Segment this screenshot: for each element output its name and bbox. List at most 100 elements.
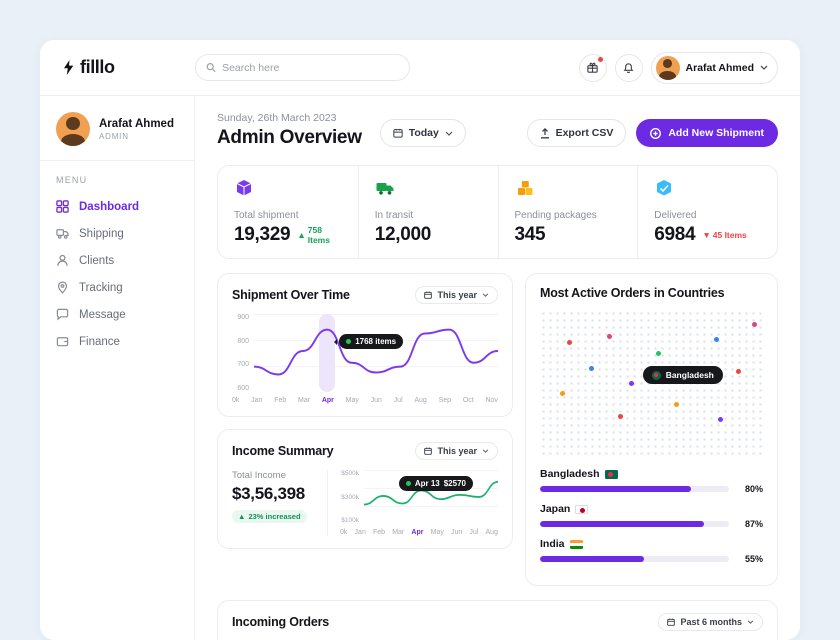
orders-filter-button[interactable]: Past 6 months [658, 613, 763, 631]
tick-label: Mar [392, 529, 404, 536]
profile-name: Arafat Ahmed [99, 118, 174, 130]
transit-truck-icon [375, 178, 395, 198]
tooltip-dot [346, 339, 351, 344]
bangladesh-flag-icon [605, 470, 618, 479]
bell-icon [622, 61, 635, 74]
shipment-box-icon [234, 178, 254, 198]
world-dot-map: Bangladesh [540, 310, 763, 458]
user-menu[interactable]: Arafat Ahmed [651, 52, 778, 84]
stat-value: 345 [515, 224, 546, 246]
export-csv-label: Export CSV [556, 127, 614, 139]
stat-in-transit: In transit 12,000 [358, 166, 498, 258]
today-filter-button[interactable]: Today [380, 119, 466, 147]
search-input[interactable] [222, 62, 399, 74]
income-tooltip-date: Apr 13 [415, 479, 440, 488]
country-percent: 55% [737, 554, 763, 564]
tick-label: Jan [251, 397, 262, 404]
sidebar-item-shipping[interactable]: Shipping [40, 220, 194, 247]
promo-button[interactable] [579, 54, 607, 82]
shipment-y-axis: 900800700600 [232, 314, 254, 392]
country-percent: 87% [737, 519, 763, 529]
income-filter-label: This year [437, 446, 477, 456]
calendar-icon [667, 618, 675, 626]
tick-label: 0k [232, 397, 239, 404]
calendar-icon [393, 128, 403, 138]
map-dot [560, 391, 565, 396]
dashboard-window: filllo Arafat Ahmed Arafat Ah [40, 40, 800, 640]
income-increase-badge: ▲ 23% increased [232, 510, 307, 523]
sidebar-profile: Arafat Ahmed ADMIN [40, 108, 194, 161]
gift-icon [586, 61, 599, 74]
pending-boxes-icon [515, 178, 535, 198]
logo-bolt-icon [62, 60, 75, 75]
shipment-chart-title: Shipment Over Time [232, 288, 350, 302]
shipment-line-chart: 1768 items [254, 314, 498, 392]
progress-fill [540, 556, 644, 562]
shipment-filter-button[interactable]: This year [415, 286, 498, 304]
notification-dot [598, 57, 603, 62]
sidebar-item-finance[interactable]: Finance [40, 328, 194, 355]
map-dot [589, 366, 594, 371]
tick-label: May [346, 397, 359, 404]
sidebar-item-label: Clients [79, 255, 114, 267]
total-income-label: Total Income [232, 470, 319, 481]
total-income-value: $3,56,398 [232, 484, 319, 504]
shipment-tooltip-text: 1768 items [355, 337, 396, 346]
japan-flag-icon [575, 505, 588, 514]
income-y-axis: $500k$300k$100k [340, 470, 364, 524]
delivered-box-icon [654, 178, 674, 198]
tick-label: May [431, 529, 444, 536]
map-dot [629, 381, 634, 386]
stat-label: Total shipment [234, 210, 342, 221]
incoming-orders-title: Incoming Orders [232, 615, 329, 629]
tick-label: Feb [373, 529, 385, 536]
map-tooltip: Bangladesh [643, 366, 723, 384]
search-bar[interactable] [195, 54, 410, 81]
current-date: Sunday, 26th March 2023 [217, 112, 362, 124]
location-pin-icon [56, 281, 69, 294]
income-filter-button[interactable]: This year [415, 442, 498, 460]
tick-label: Aug [414, 397, 426, 404]
sidebar-item-dashboard[interactable]: Dashboard [40, 193, 194, 220]
india-flag-icon [570, 540, 583, 549]
wallet-icon [56, 335, 69, 348]
progress-track [540, 556, 729, 562]
sidebar-item-tracking[interactable]: Tracking [40, 274, 194, 301]
progress-track [540, 486, 729, 492]
topbar: filllo Arafat Ahmed [40, 40, 800, 96]
sidebar-item-message[interactable]: Message [40, 301, 194, 328]
page-header: Sunday, 26th March 2023 Admin Overview T… [217, 112, 778, 149]
tick-label: Jan [355, 529, 366, 536]
sidebar-item-clients[interactable]: Clients [40, 247, 194, 274]
stat-pending-packages: Pending packages 345 [498, 166, 638, 258]
truck-icon [56, 227, 69, 240]
stat-label: In transit [375, 210, 482, 221]
map-dot [618, 414, 623, 419]
map-dot [714, 337, 719, 342]
page-title: Admin Overview [217, 127, 362, 149]
map-dot [656, 351, 661, 356]
tick-label: 0k [340, 529, 347, 536]
notifications-button[interactable] [615, 54, 643, 82]
chevron-down-icon [482, 449, 489, 453]
add-new-shipment-button[interactable]: Add New Shipment [636, 119, 778, 147]
total-income-block: Total Income $3,56,398 ▲ 23% increased [232, 470, 328, 536]
stat-total-shipment: Total shipment 19,329 ▲ 758 Items [218, 166, 358, 258]
income-x-axis: 0kJanFebMarAprMayJunJulAug [340, 529, 498, 536]
income-line-chart: Apr 13 $2570 [364, 470, 498, 524]
stat-label: Pending packages [515, 210, 622, 221]
country-name: Bangladesh [540, 468, 600, 480]
tick-label: $500k [341, 470, 359, 477]
shipment-tooltip: 1768 items [339, 334, 403, 349]
profile-role: ADMIN [99, 132, 174, 141]
tick-label: Aug [486, 529, 498, 536]
today-label: Today [409, 127, 439, 139]
map-dot [567, 340, 572, 345]
export-csv-button[interactable]: Export CSV [527, 119, 627, 147]
tick-label: Jul [469, 529, 478, 536]
tick-label: Nov [485, 397, 497, 404]
app-logo: filllo [62, 57, 195, 78]
stats-row: Total shipment 19,329 ▲ 758 Items In tra… [217, 165, 778, 259]
message-icon [56, 308, 69, 321]
add-new-shipment-label: Add New Shipment [668, 127, 764, 139]
